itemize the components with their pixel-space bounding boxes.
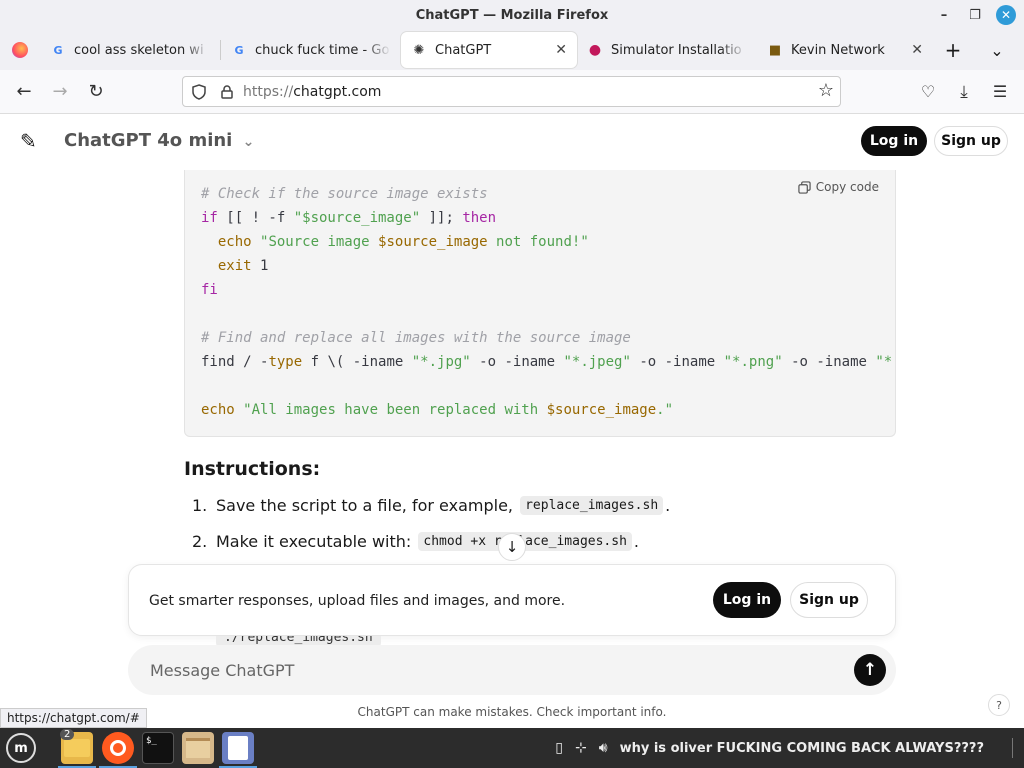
list-tabs-button[interactable]: ⌄: [977, 32, 1017, 68]
tab-label: Simulator Installatio: [611, 42, 742, 58]
maximize-button[interactable]: ❐: [965, 5, 985, 25]
window-titlebar: ChatGPT — Mozilla Firefox – ❐ ✕: [0, 0, 1024, 30]
firefox-icon: [12, 42, 28, 58]
minimize-button[interactable]: –: [934, 5, 954, 25]
files-app[interactable]: 2: [60, 729, 93, 764]
shield-icon: [192, 83, 206, 100]
archive-app[interactable]: [182, 732, 214, 764]
simulator-icon: ●: [588, 42, 602, 58]
app-menu-button[interactable]: ☰: [984, 76, 1016, 108]
folder-icon: [64, 739, 90, 757]
model-name: ChatGPT 4o mini: [64, 130, 233, 151]
instructions-heading: Instructions:: [184, 458, 321, 480]
login-prompt-card: Get smarter responses, upload files and …: [128, 564, 896, 636]
terminal-icon: $_: [146, 736, 157, 746]
login-button[interactable]: Log in: [861, 126, 927, 156]
url-bar[interactable]: https://chatgpt.com ☆: [182, 76, 841, 107]
status-url: https://chatgpt.com/#: [0, 708, 147, 728]
navigation-bar: ← → ↻ https://chatgpt.com ☆ ♡ ⤓ ☰: [0, 70, 1024, 114]
taskbar: m 2 $_ ▯ ⊹ 🔊︎ why is oliver FUCKING COMI…: [0, 728, 1024, 768]
bookmark-star-icon[interactable]: ☆: [818, 80, 834, 101]
close-tab-icon[interactable]: ✕: [555, 42, 567, 58]
firefox-icon: [110, 740, 126, 756]
cta-signup-button[interactable]: Sign up: [790, 582, 868, 618]
google-icon: G: [53, 43, 63, 57]
tab-label: cool ass skeleton wi: [74, 42, 204, 58]
scroll-down-button[interactable]: ↓: [498, 533, 526, 561]
tab-label: Kevin Network: [791, 42, 885, 58]
terminal-app[interactable]: $_: [142, 732, 174, 764]
close-window-button[interactable]: ✕: [996, 5, 1016, 25]
archive-icon: [186, 738, 210, 758]
network-icon[interactable]: ⊹: [575, 740, 587, 756]
list-item: 2. Make it executable with: chmod +x rep…: [192, 532, 639, 551]
tab-skeleton[interactable]: G cool ass skeleton wi: [40, 32, 220, 68]
help-button[interactable]: ?: [988, 694, 1010, 716]
new-chat-icon[interactable]: ✎: [20, 129, 37, 153]
pocket-button[interactable]: ♡: [912, 76, 944, 108]
inline-code: replace_images.sh: [520, 496, 664, 515]
mint-logo-icon: m: [14, 740, 28, 756]
back-button[interactable]: ←: [8, 76, 40, 108]
kevin-network-icon: ■: [768, 42, 782, 58]
text-editor-app[interactable]: [222, 732, 254, 764]
mint-menu-button[interactable]: m: [6, 733, 36, 763]
system-tray: ▯ ⊹ 🔊︎ why is oliver FUCKING COMING BACK…: [555, 728, 984, 768]
text-editor-icon: [228, 736, 248, 760]
google-icon: G: [234, 43, 244, 57]
message-input[interactable]: Message ChatGPT: [150, 661, 294, 680]
tab-kevin-network[interactable]: ■ Kevin Network ✕: [757, 32, 933, 68]
reload-button[interactable]: ↻: [80, 76, 112, 108]
window-title: ChatGPT — Mozilla Firefox: [415, 7, 609, 23]
arrow-up-icon: ↑: [862, 660, 878, 680]
tab-label: ChatGPT: [435, 42, 492, 58]
firefox-app[interactable]: [102, 732, 134, 764]
cta-login-button[interactable]: Log in: [713, 582, 781, 618]
tab-chuck[interactable]: G chuck fuck time - Go: [221, 32, 401, 68]
tab-chatgpt[interactable]: ✺ ChatGPT ✕: [401, 32, 577, 68]
message-composer[interactable]: Message ChatGPT ↑: [128, 645, 896, 695]
new-tab-button[interactable]: +: [933, 32, 973, 68]
downloads-button[interactable]: ⤓: [948, 76, 980, 108]
model-selector[interactable]: ChatGPT 4o mini ⌄: [64, 130, 254, 151]
forward-button[interactable]: →: [44, 76, 76, 108]
code-text: # Check if the source image exists if [[…: [201, 186, 895, 418]
tab-label: chuck fuck time - Go: [255, 42, 390, 58]
clock-message[interactable]: why is oliver FUCKING COMING BACK ALWAYS…: [620, 741, 984, 756]
login-prompt-text: Get smarter responses, upload files and …: [149, 593, 566, 609]
arrow-down-icon: ↓: [505, 538, 519, 556]
clipboard-icon[interactable]: ▯: [555, 740, 563, 756]
code-block: Copy code # Check if the source image ex…: [184, 170, 896, 437]
disclaimer: ChatGPT can make mistakes. Check importa…: [357, 705, 667, 719]
volume-icon[interactable]: 🔊︎: [599, 740, 608, 756]
url-text: https://chatgpt.com: [243, 83, 382, 100]
tab-simulator[interactable]: ● Simulator Installatio: [577, 32, 757, 68]
chatgpt-icon: ✺: [413, 42, 425, 58]
show-desktop-button[interactable]: [1012, 738, 1018, 758]
window-count-badge: 2: [60, 729, 75, 740]
close-tab-icon[interactable]: ✕: [911, 42, 923, 58]
list-item: 1. Save the script to a file, for exampl…: [192, 496, 671, 515]
tab-bar: G cool ass skeleton wi G chuck fuck time…: [0, 30, 1024, 70]
send-button[interactable]: ↑: [854, 654, 886, 686]
firefox-view-button[interactable]: [0, 32, 40, 68]
lock-icon: [221, 84, 233, 99]
chevron-down-icon: ⌄: [242, 134, 255, 150]
signup-button[interactable]: Sign up: [934, 126, 1008, 156]
